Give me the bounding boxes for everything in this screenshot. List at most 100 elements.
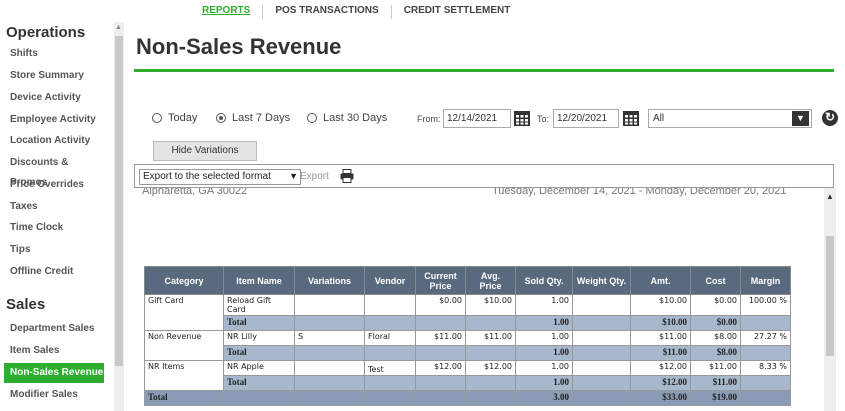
hide-variations-button[interactable]: Hide Variations	[153, 141, 257, 161]
variation-cell	[294, 360, 365, 376]
report-scrollbar[interactable]: ▲	[824, 188, 836, 411]
weight-qty-cell	[572, 294, 631, 316]
report-date-range: Tuesday, December 14, 2021 - Monday, Dec…	[492, 188, 787, 197]
sold-qty-total-cell: 1.00	[515, 315, 573, 331]
grand-sold-qty-cell: 3.00	[515, 390, 573, 406]
location-select-value: All	[653, 113, 665, 124]
to-label: To:	[537, 114, 550, 124]
sidebar-scrollbar[interactable]: ▲	[114, 22, 124, 411]
sidebar-item-discounts-promos[interactable]: Discounts & Promos	[0, 153, 106, 188]
amt-cell: $11.00	[630, 330, 691, 346]
top-nav: REPORTS POS TRANSACTIONS CREDIT SETTLEME…	[190, 5, 522, 19]
sidebar-item-offline-credit[interactable]: Offline Credit	[0, 262, 106, 282]
sidebar-scroll-thumb[interactable]	[115, 36, 123, 366]
radio-last-7-days[interactable]: Last 7 Days	[216, 112, 290, 124]
from-label: From:	[417, 114, 441, 124]
sidebar-item-shifts[interactable]: Shifts	[0, 44, 106, 64]
col-current-price: Current Price	[415, 266, 466, 295]
cost-cell: $11.00	[690, 360, 741, 376]
refresh-icon[interactable]: ↻	[822, 110, 838, 126]
variation-cell: S	[294, 330, 365, 346]
sidebar-item-employee-activity[interactable]: Employee Activity	[0, 110, 106, 130]
report-address: Alpharetta, GA 30022	[142, 188, 248, 197]
col-vendor: Vendor	[364, 266, 416, 295]
category-cell: Non Revenue	[144, 330, 224, 361]
sidebar-item-time-clock[interactable]: Time Clock	[0, 218, 106, 238]
col-margin: Margin	[740, 266, 791, 295]
radio-today[interactable]: Today	[152, 112, 197, 124]
cost-total-cell: $8.00	[690, 345, 741, 361]
operations-section-title: Operations	[6, 24, 86, 41]
radio-last-30-days[interactable]: Last 30 Days	[307, 112, 387, 124]
cost-total-cell: $11.00	[690, 375, 741, 391]
col-category: Category	[144, 266, 224, 295]
grand-amt-cell: $33.00	[630, 390, 691, 406]
sidebar-item-tips[interactable]: Tips	[0, 240, 106, 260]
title-divider	[134, 69, 834, 72]
tab-pos-transactions[interactable]: POS TRANSACTIONS	[263, 5, 392, 19]
col-amt: Amt.	[630, 266, 691, 295]
from-date-input[interactable]: 12/14/2021	[443, 109, 511, 128]
margin-cell: 27.27 %	[740, 330, 791, 346]
calendar-icon[interactable]	[622, 110, 640, 127]
export-format-value: Export to the selected format	[143, 171, 271, 182]
subtotal-row: Total 1.00 $11.00 $8.00	[145, 345, 791, 361]
price-cell: $12.00	[415, 360, 466, 376]
sales-section-title: Sales	[6, 296, 46, 313]
scroll-up-icon[interactable]: ▲	[115, 24, 122, 31]
to-date-input[interactable]: 12/20/2021	[553, 109, 619, 128]
chevron-down-icon[interactable]: ▼	[792, 111, 809, 126]
table-row: Gift Card Reload Gift Card $0.00 $10.00 …	[144, 294, 791, 331]
cost-cell: $8.00	[690, 330, 741, 346]
report-viewer: Alpharetta, GA 30022 Tuesday, December 1…	[134, 188, 824, 411]
total-label-cell: Total	[223, 315, 295, 331]
vendor-cell	[364, 294, 416, 316]
chevron-down-icon[interactable]: ▼	[289, 171, 298, 181]
grand-cost-cell: $19.00	[690, 390, 741, 406]
printer-icon[interactable]	[340, 169, 354, 183]
item-name-cell: Reload Gift Card	[223, 294, 295, 316]
sidebar-nav: Operations Shifts Store Summary Device A…	[0, 0, 114, 411]
sidebar-item-taxes[interactable]: Taxes	[0, 197, 106, 217]
tab-credit-settlement[interactable]: CREDIT SETTLEMENT	[392, 5, 523, 19]
avg-price-cell: $12.00	[465, 360, 516, 376]
tab-reports[interactable]: REPORTS	[190, 5, 264, 19]
table-row: Non Revenue NR Lilly S Floral $11.00 $11…	[144, 330, 791, 361]
grand-total-row: Total 3.00 $33.00 $19.00	[144, 390, 791, 406]
category-cell: NR Items	[144, 360, 224, 391]
radio-selected-icon[interactable]	[216, 113, 226, 123]
col-variations: Variations	[294, 266, 365, 295]
scroll-up-icon[interactable]: ▲	[826, 192, 834, 201]
table-header-row: Category Item Name Variations Vendor Cur…	[144, 266, 791, 295]
sidebar-item-non-sales-revenue[interactable]: Non-Sales Revenue	[4, 363, 104, 383]
radio-last-7-days-label: Last 7 Days	[232, 112, 291, 124]
radio-today-label: Today	[168, 112, 198, 124]
sidebar-item-device-activity[interactable]: Device Activity	[0, 88, 106, 108]
sidebar-item-department-sales[interactable]: Department Sales	[0, 319, 106, 339]
sold-qty-total-cell: 1.00	[515, 345, 573, 361]
sidebar-item-modifier-sales[interactable]: Modifier Sales	[0, 385, 106, 405]
export-button[interactable]: Export	[300, 171, 329, 182]
calendar-icon[interactable]	[513, 110, 531, 127]
vendor-cell: Floral	[364, 330, 416, 346]
amt-cell: $10.00	[630, 294, 691, 316]
report-table: Category Item Name Variations Vendor Cur…	[144, 266, 791, 406]
sidebar-item-item-sales[interactable]: Item Sales	[0, 341, 106, 361]
grand-total-label-cell: Total	[144, 390, 224, 406]
avg-price-cell: $10.00	[465, 294, 516, 316]
sidebar-item-store-summary[interactable]: Store Summary	[0, 66, 106, 86]
report-toolbar: Export to the selected format ▼ Export	[134, 164, 834, 188]
radio-circle-icon[interactable]	[307, 113, 317, 123]
location-select[interactable]: All ▼	[648, 109, 812, 128]
sidebar-item-location-activity[interactable]: Location Activity	[0, 131, 106, 151]
item-name-cell: NR Apple	[223, 360, 295, 376]
sidebar: Operations Shifts Store Summary Device A…	[0, 0, 126, 411]
export-format-select[interactable]: Export to the selected format ▼	[139, 169, 301, 185]
col-weight-qty: Weight Qty.	[572, 266, 631, 295]
variation-cell	[294, 294, 365, 316]
radio-circle-icon[interactable]	[152, 113, 162, 123]
sidebar-item-price-overrides[interactable]: Price Overrides	[0, 175, 106, 195]
report-scroll-thumb[interactable]	[826, 236, 834, 356]
col-avg-price: Avg. Price	[465, 266, 516, 295]
col-sold-qty: Sold Qty.	[515, 266, 573, 295]
